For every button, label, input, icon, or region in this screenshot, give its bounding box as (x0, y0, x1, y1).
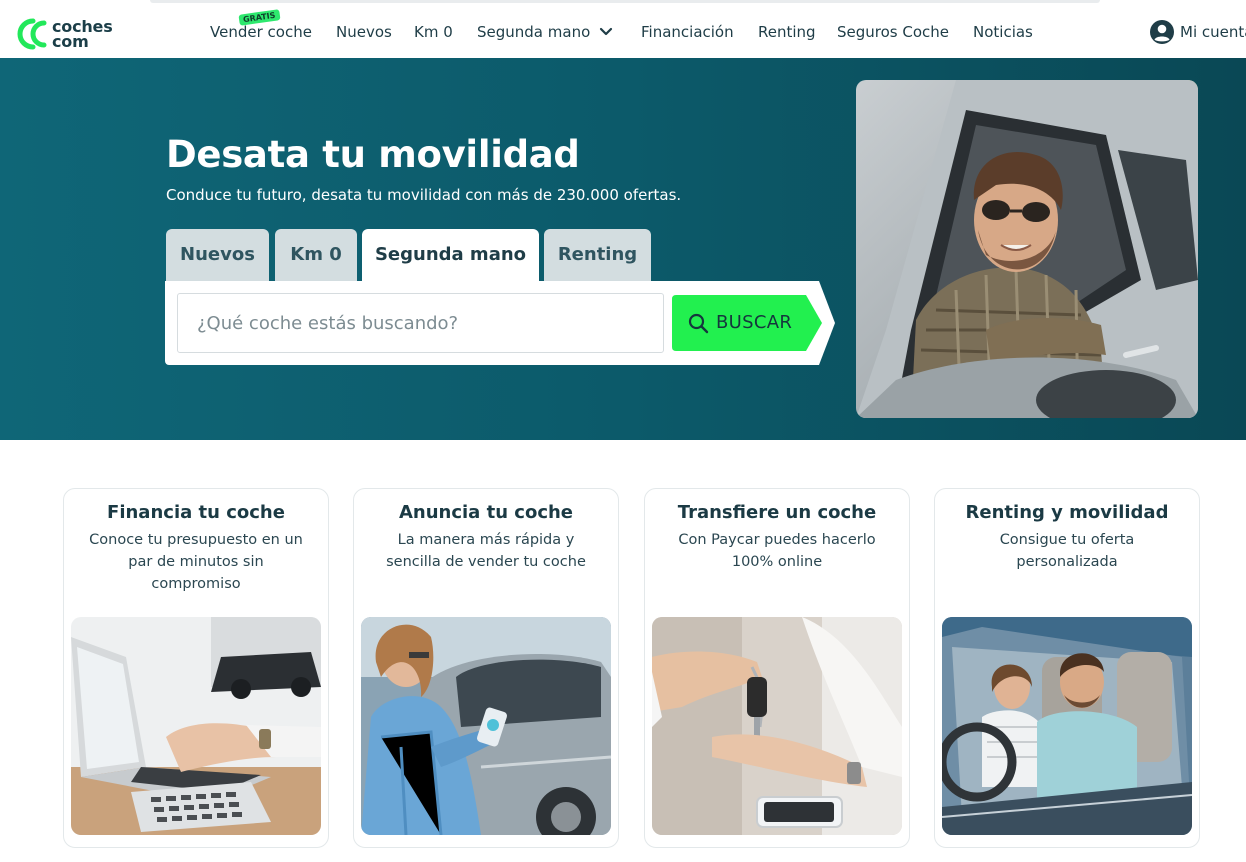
chevron-down-icon[interactable] (599, 27, 613, 37)
search-input[interactable] (177, 293, 664, 353)
nav-financiacion[interactable]: Financiación (641, 23, 734, 41)
card-image (71, 617, 321, 835)
browser-top-strip (0, 0, 1246, 8)
nav-nuevos[interactable]: Nuevos (336, 23, 392, 41)
woman-phone-car-photo (361, 617, 611, 835)
card-description: Consigue tu oferta personalizada (999, 532, 1135, 570)
card-renting[interactable]: Renting y movilidad Consigue tu oferta p… (934, 488, 1200, 848)
card-image (361, 617, 611, 835)
logo-text-line2: com (52, 32, 89, 51)
buscar-button[interactable]: BUSCAR (672, 295, 822, 351)
card-title: Anuncia tu coche (398, 502, 574, 523)
nav-segunda-mano[interactable]: Segunda mano (477, 23, 590, 41)
site-logo[interactable]: coches com (11, 17, 126, 51)
card-title: Renting y movilidad (965, 502, 1169, 523)
search-icon (688, 313, 709, 334)
card-transfiere[interactable]: Transfiere un coche Con Paycar puedes ha… (644, 488, 910, 848)
card-anuncia[interactable]: Anuncia tu coche La manera más rápida y … (353, 488, 619, 848)
user-circle-icon (1150, 20, 1174, 44)
nav-vender-coche[interactable]: Vender coche (210, 23, 312, 41)
hero-title: Desata tu movilidad (166, 133, 580, 176)
account-label: Mi cuenta (1180, 23, 1246, 41)
card-description: La manera más rápida y sencilla de vende… (386, 532, 586, 570)
hero-banner: Desata tu movilidad Conduce tu futuro, d… (0, 58, 1246, 440)
card-description: Con Paycar puedes hacerlo 100% online (678, 532, 876, 570)
tab-segunda-mano[interactable]: Segunda mano (362, 229, 539, 282)
card-image (652, 617, 902, 835)
card-financia[interactable]: Financia tu coche Conoce tu presupuesto … (63, 488, 329, 848)
buscar-label: BUSCAR (716, 312, 793, 333)
tab-renting[interactable]: Renting (544, 229, 651, 281)
nav-seguros-coche[interactable]: Seguros Coche (837, 23, 949, 41)
car-key-handover-photo (652, 617, 902, 835)
hero-photo (856, 80, 1198, 418)
card-title: Transfiere un coche (677, 502, 877, 523)
tab-km0[interactable]: Km 0 (275, 229, 357, 281)
tab-nuevos[interactable]: Nuevos (166, 229, 269, 281)
site-header: coches com Vender coche GRATIS Nuevos Km… (0, 8, 1246, 58)
logo-text: coches com (52, 19, 113, 51)
hero-subtitle: Conduce tu futuro, desata tu movilidad c… (166, 186, 682, 204)
card-description: Conoce tu presupuesto en un par de minut… (89, 532, 303, 592)
nav-renting[interactable]: Renting (758, 23, 816, 41)
card-title: Financia tu coche (107, 502, 285, 523)
couple-in-car-photo (942, 617, 1192, 835)
nav-noticias[interactable]: Noticias (973, 23, 1033, 41)
man-driving-car-photo (856, 80, 1198, 418)
card-image (942, 617, 1192, 835)
top-scroll-bar (150, 0, 1100, 3)
laptop-calculator-photo (71, 617, 321, 835)
nav-km0[interactable]: Km 0 (414, 23, 453, 41)
coches-logo-icon (17, 18, 47, 50)
